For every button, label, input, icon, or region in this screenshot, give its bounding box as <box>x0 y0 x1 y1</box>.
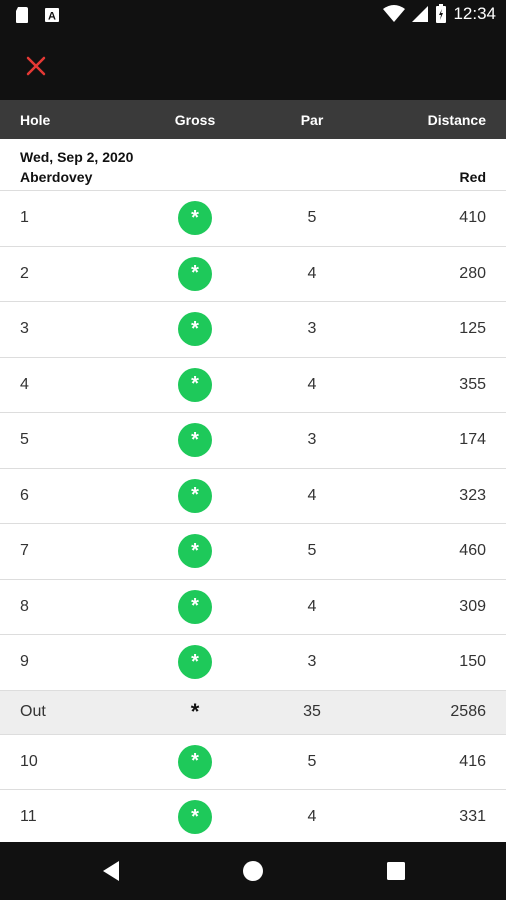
hole-number: 4 <box>20 375 29 393</box>
hole-par: 5 <box>307 752 317 770</box>
hole-distance: 309 <box>459 597 486 615</box>
hole-row[interactable]: 4 * 4 355 <box>0 358 506 413</box>
back-button[interactable] <box>96 856 126 886</box>
hole-number: 2 <box>20 264 29 282</box>
hole-row[interactable]: 8 * 4 309 <box>0 580 506 635</box>
hole-par: 4 <box>307 264 317 282</box>
hole-number: 3 <box>20 320 29 338</box>
navigation-bar <box>0 842 506 900</box>
gross-score-button[interactable]: * <box>178 367 212 402</box>
status-right: 12:34 <box>383 4 496 24</box>
out-gross: * <box>190 699 200 724</box>
hole-par: 3 <box>307 320 317 338</box>
hole-distance: 331 <box>459 808 486 826</box>
round-date: Wed, Sep 2, 2020 <box>20 149 134 165</box>
hole-par: 3 <box>307 431 317 449</box>
signal-icon <box>412 6 429 22</box>
out-label: Out <box>20 703 46 720</box>
tee-color: Red <box>459 169 486 185</box>
hole-distance: 125 <box>459 320 486 338</box>
gross-score-button[interactable]: * <box>178 478 212 513</box>
status-left: A <box>14 6 60 24</box>
hole-distance: 460 <box>459 542 486 560</box>
hole-row[interactable]: 1 * 5 410 <box>0 191 506 247</box>
out-par: 35 <box>303 703 321 720</box>
hole-row[interactable]: 7 * 5 460 <box>0 524 506 580</box>
header-distance: Distance <box>427 112 486 128</box>
hole-distance: 323 <box>459 486 486 504</box>
sd-card-icon <box>16 7 28 23</box>
gross-score-button[interactable]: * <box>178 800 212 835</box>
a-notification-icon: A <box>45 8 59 23</box>
out-total-row: Out * 35 2586 <box>0 690 506 735</box>
hole-number: 7 <box>20 542 29 560</box>
course-name: Aberdovey <box>20 169 93 185</box>
hole-par: 4 <box>307 486 317 504</box>
svg-text:A: A <box>48 11 56 23</box>
wifi-icon <box>383 5 406 22</box>
gross-score-button[interactable]: * <box>178 201 212 236</box>
header-par: Par <box>300 112 324 128</box>
hole-par: 4 <box>307 375 317 393</box>
hole-row[interactable]: 5 * 3 174 <box>0 413 506 469</box>
hole-number: 10 <box>20 752 38 770</box>
round-info-row: Wed, Sep 2, 2020 Aberdovey Red <box>0 139 506 191</box>
close-button[interactable] <box>16 46 56 86</box>
hole-par: 4 <box>307 808 317 826</box>
hole-number: 1 <box>20 209 29 227</box>
recents-button[interactable] <box>381 856 411 886</box>
hole-par: 5 <box>307 209 317 227</box>
hole-number: 8 <box>20 597 29 615</box>
back-triangle-icon <box>103 861 119 881</box>
hole-row[interactable]: 10 * 5 416 <box>0 735 506 790</box>
hole-distance: 150 <box>459 653 486 671</box>
close-icon <box>26 56 46 76</box>
header-gross: Gross <box>174 112 216 128</box>
gross-score-button[interactable]: * <box>178 744 212 779</box>
gross-score-button[interactable]: * <box>178 534 212 569</box>
hole-row[interactable]: 3 * 3 125 <box>0 302 506 358</box>
hole-distance: 416 <box>459 752 486 770</box>
home-circle-icon <box>243 861 263 881</box>
hole-number: 11 <box>20 808 37 826</box>
out-distance: 2586 <box>450 703 486 720</box>
hole-number: 6 <box>20 486 29 504</box>
scorecard-list[interactable]: Wed, Sep 2, 2020 Aberdovey Red 1 * 5 410 2 * 4… <box>0 139 506 842</box>
hole-distance: 174 <box>459 431 486 449</box>
hole-distance: 410 <box>459 209 486 227</box>
hole-row[interactable]: 11 * 4 331 <box>0 790 506 842</box>
hole-row[interactable]: 2 * 4 280 <box>0 247 506 302</box>
hole-par: 4 <box>307 597 317 615</box>
gross-score-button[interactable]: * <box>178 589 212 624</box>
home-button[interactable] <box>238 856 268 886</box>
hole-distance: 355 <box>459 375 486 393</box>
hole-distance: 280 <box>459 264 486 282</box>
hole-row[interactable]: 6 * 4 323 <box>0 469 506 524</box>
status-time: 12:34 <box>453 4 496 23</box>
hole-row[interactable]: 9 * 3 150 <box>0 635 506 691</box>
hole-par: 3 <box>307 653 317 671</box>
status-bar: A 12:34 <box>0 0 506 32</box>
gross-score-button[interactable]: * <box>178 423 212 458</box>
hole-par: 5 <box>307 542 317 560</box>
gross-score-button[interactable]: * <box>178 645 212 680</box>
recents-square-icon <box>387 862 405 880</box>
gross-score-button[interactable]: * <box>178 312 212 347</box>
battery-icon <box>436 4 447 23</box>
hole-number: 5 <box>20 431 29 449</box>
gross-score-button[interactable]: * <box>178 256 212 291</box>
column-header: Hole Gross Par Distance <box>0 100 506 139</box>
app-bar <box>0 32 506 100</box>
header-hole: Hole <box>20 112 51 128</box>
hole-number: 9 <box>20 653 29 671</box>
